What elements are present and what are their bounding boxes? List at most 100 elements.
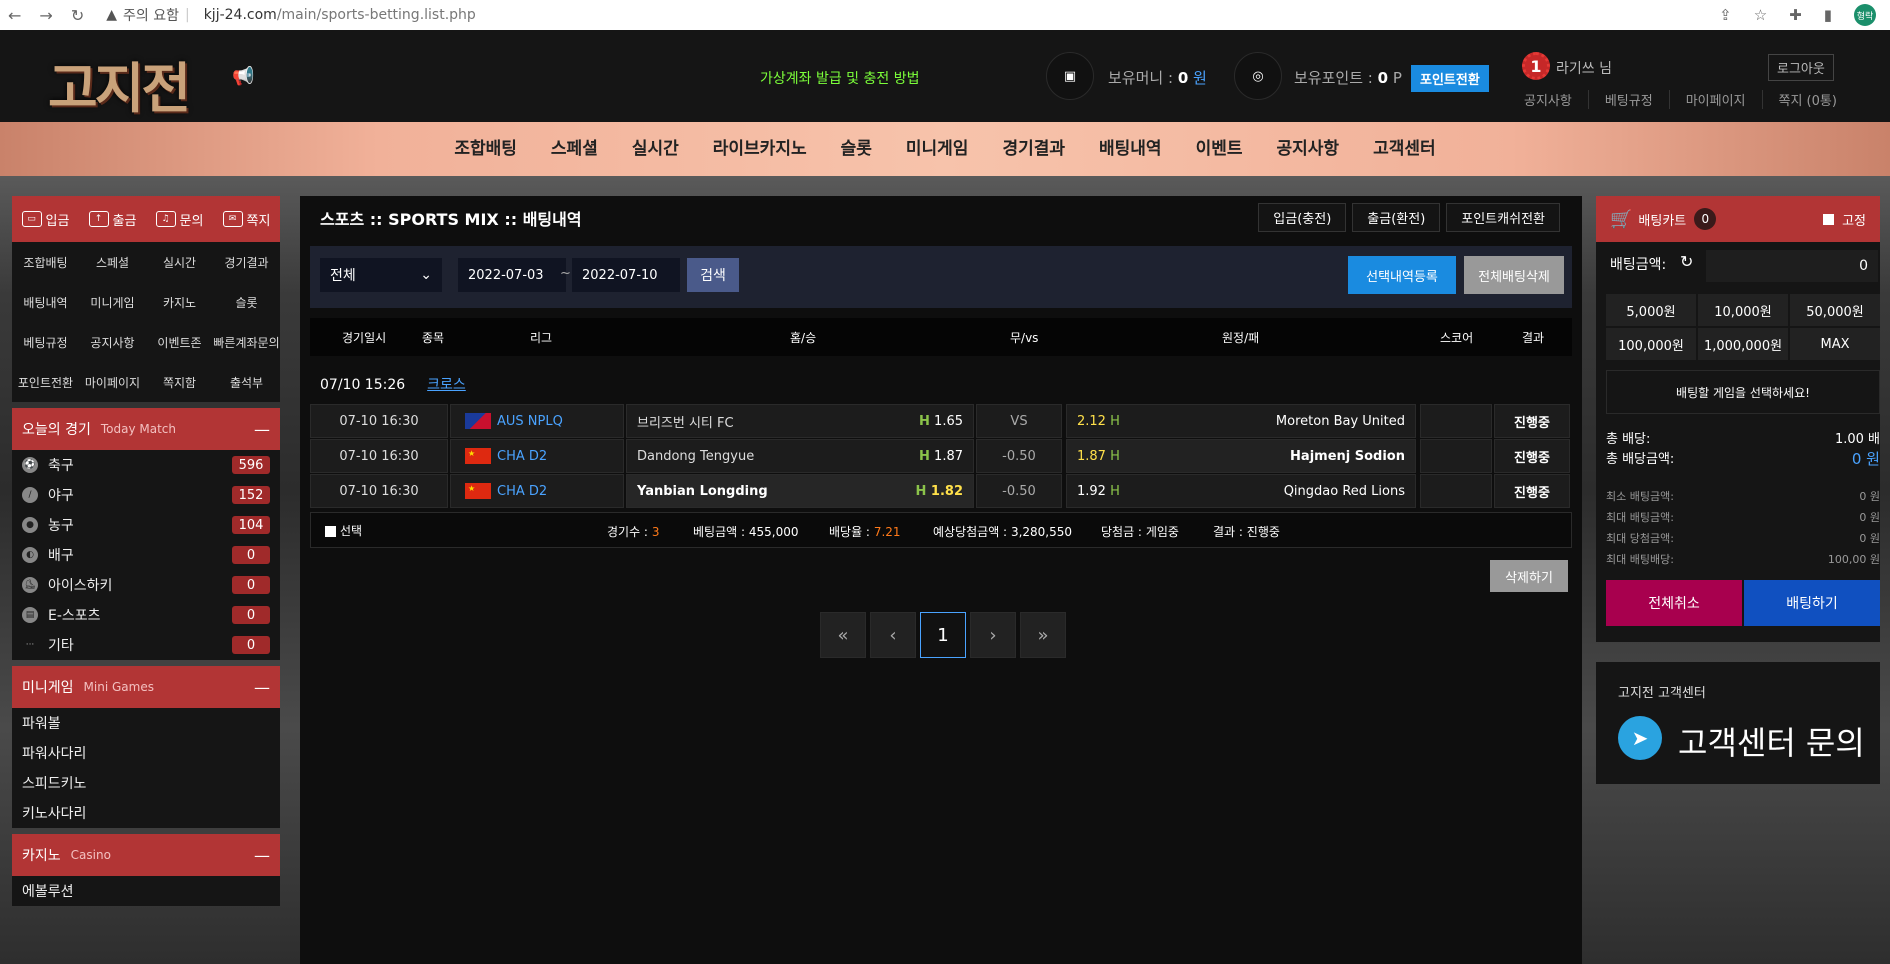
point-convert-button[interactable]: 포인트전환 bbox=[1411, 65, 1489, 92]
first-page-button[interactable]: « bbox=[820, 612, 866, 658]
collapse-icon[interactable]: — bbox=[254, 846, 270, 865]
amount-100000-button[interactable]: 100,000원 bbox=[1606, 328, 1696, 360]
minigame-item[interactable]: 파워사다리 bbox=[12, 738, 280, 768]
grid-item[interactable]: 베팅규정 bbox=[12, 322, 79, 362]
logout-button[interactable]: 로그아웃 bbox=[1768, 54, 1834, 81]
date-from-input[interactable]: 2022-07-03 bbox=[458, 258, 566, 292]
sport-baseball[interactable]: / 야구 152 bbox=[12, 480, 280, 510]
search-button[interactable]: 검색 bbox=[687, 258, 739, 292]
quick-inquiry[interactable]: ♫ 문의 bbox=[155, 210, 203, 229]
fix-checkbox[interactable]: 고정 bbox=[1823, 210, 1866, 229]
collapse-icon[interactable]: — bbox=[254, 420, 270, 439]
link-notice[interactable]: 공지사항 bbox=[1524, 90, 1589, 109]
forward-icon[interactable]: → bbox=[39, 6, 52, 25]
sport-esports[interactable]: ▤ E-스포츠 0 bbox=[12, 600, 280, 630]
minigame-header[interactable]: 미니게임 Mini Games — bbox=[12, 666, 280, 708]
notice-marquee[interactable]: 가상계좌 발급 및 충전 방법 bbox=[760, 68, 919, 88]
bet-type-link[interactable]: 크로스 bbox=[427, 377, 466, 393]
nav-minigame[interactable]: 미니게임 bbox=[889, 122, 986, 176]
link-messages[interactable]: 쪽지 (0통) bbox=[1763, 90, 1853, 109]
quick-withdraw[interactable]: ↑ 출금 bbox=[88, 210, 136, 229]
nav-special[interactable]: 스페셜 bbox=[534, 122, 615, 176]
away-odds-cell[interactable]: 2.12 H Moreton Bay United bbox=[1066, 404, 1416, 438]
nav-live-casino[interactable]: 라이브카지노 bbox=[696, 122, 824, 176]
grid-item[interactable]: 경기결과 bbox=[213, 242, 280, 282]
reload-icon[interactable]: ↻ bbox=[71, 6, 84, 25]
grid-item[interactable]: 공지사항 bbox=[79, 322, 146, 362]
security-warning[interactable]: ▲ 주의 요함 | bbox=[106, 5, 189, 25]
nav-live[interactable]: 실시간 bbox=[615, 122, 696, 176]
minigame-item[interactable]: 파워볼 bbox=[12, 708, 280, 738]
amount-5000-button[interactable]: 5,000원 bbox=[1606, 294, 1696, 326]
nav-results[interactable]: 경기결과 bbox=[985, 122, 1082, 176]
cancel-all-button[interactable]: 전체취소 bbox=[1606, 580, 1742, 626]
home-odds-cell[interactable]: Yanbian Longding H 1.82 bbox=[626, 474, 974, 508]
home-odds-cell[interactable]: Dandong Tengyue H 1.87 bbox=[626, 439, 974, 473]
page-1-button[interactable]: 1 bbox=[920, 612, 966, 658]
register-selected-button[interactable]: 선택내역등록 bbox=[1348, 256, 1456, 294]
prev-page-button[interactable]: ‹ bbox=[870, 612, 916, 658]
casino-header[interactable]: 카지노 Casino — bbox=[12, 834, 280, 876]
refresh-icon[interactable]: ↻ bbox=[1680, 252, 1693, 271]
link-rules[interactable]: 베팅규정 bbox=[1589, 90, 1670, 109]
today-match-header[interactable]: 오늘의 경기 Today Match — bbox=[12, 408, 280, 450]
bet-amount-input[interactable]: 0 bbox=[1706, 250, 1878, 282]
quick-message[interactable]: ✉ 쪽지 bbox=[222, 210, 270, 229]
deposit-button[interactable]: 입금(충전) bbox=[1258, 203, 1347, 232]
grid-item[interactable]: 빠른계좌문의 bbox=[213, 322, 280, 362]
delete-button[interactable]: 삭제하기 bbox=[1490, 560, 1568, 592]
sport-etc[interactable]: ··· 기타 0 bbox=[12, 630, 280, 660]
support-box[interactable]: 고지전 고객센터 ➤ 고객센터 문의 bbox=[1596, 662, 1880, 784]
extensions-icon[interactable]: ✚ bbox=[1789, 6, 1802, 24]
nav-slot[interactable]: 슬롯 bbox=[824, 122, 889, 176]
category-select[interactable]: 전체 ⌄ bbox=[320, 258, 442, 292]
amount-1000000-button[interactable]: 1,000,000원 bbox=[1698, 328, 1788, 360]
grid-item[interactable]: 스페셜 bbox=[79, 242, 146, 282]
back-icon[interactable]: ← bbox=[8, 6, 21, 25]
away-odds-cell[interactable]: 1.92 H Qingdao Red Lions bbox=[1066, 474, 1416, 508]
grid-item[interactable]: 출석부 bbox=[213, 362, 280, 402]
grid-item[interactable]: 이벤트존 bbox=[146, 322, 213, 362]
casino-item[interactable]: 에볼루션 bbox=[12, 876, 280, 906]
amount-max-button[interactable]: MAX bbox=[1790, 328, 1880, 360]
delete-all-button[interactable]: 전체배팅삭제 bbox=[1464, 256, 1564, 294]
sidepanel-icon[interactable]: ▮ bbox=[1824, 6, 1832, 24]
grid-item[interactable]: 미니게임 bbox=[79, 282, 146, 322]
minigame-item[interactable]: 스피드키노 bbox=[12, 768, 280, 798]
grid-item[interactable]: 배팅내역 bbox=[12, 282, 79, 322]
amount-50000-button[interactable]: 50,000원 bbox=[1790, 294, 1880, 326]
profile-avatar[interactable]: 형락 bbox=[1854, 4, 1876, 26]
point-cash-button[interactable]: 포인트캐쉬전환 bbox=[1446, 203, 1560, 232]
next-page-button[interactable]: › bbox=[970, 612, 1016, 658]
amount-10000-button[interactable]: 10,000원 bbox=[1698, 294, 1788, 326]
nav-support[interactable]: 고객센터 bbox=[1356, 122, 1453, 176]
share-icon[interactable]: ⇪ bbox=[1719, 6, 1732, 24]
away-odds-cell[interactable]: 1.87 H Hajmenj Sodion bbox=[1066, 439, 1416, 473]
sport-volleyball[interactable]: ◐ 배구 0 bbox=[12, 540, 280, 570]
nav-combo[interactable]: 조합배팅 bbox=[437, 122, 534, 176]
nav-notice[interactable]: 공지사항 bbox=[1260, 122, 1357, 176]
grid-item[interactable]: 카지노 bbox=[146, 282, 213, 322]
grid-item[interactable]: 실시간 bbox=[146, 242, 213, 282]
sport-icehockey[interactable]: ⛸ 아이스하키 0 bbox=[12, 570, 280, 600]
link-mypage[interactable]: 마이페이지 bbox=[1670, 90, 1763, 109]
date-to-input[interactable]: 2022-07-10 bbox=[572, 258, 680, 292]
star-icon[interactable]: ☆ bbox=[1754, 6, 1767, 24]
quick-deposit[interactable]: ▭ 입금 bbox=[21, 210, 69, 229]
grid-item[interactable]: 쪽지함 bbox=[146, 362, 213, 402]
minigame-item[interactable]: 키노사다리 bbox=[12, 798, 280, 828]
home-odds-cell[interactable]: 브리즈번 시티 FC H 1.65 bbox=[626, 404, 974, 438]
grid-item[interactable]: 슬롯 bbox=[213, 282, 280, 322]
select-checkbox[interactable]: 선택 bbox=[325, 522, 362, 539]
nav-event[interactable]: 이벤트 bbox=[1179, 122, 1260, 176]
collapse-icon[interactable]: — bbox=[254, 678, 270, 697]
last-page-button[interactable]: » bbox=[1020, 612, 1066, 658]
withdraw-button[interactable]: 출금(환전) bbox=[1352, 203, 1441, 232]
grid-item[interactable]: 조합배팅 bbox=[12, 242, 79, 282]
sport-basketball[interactable]: ● 농구 104 bbox=[12, 510, 280, 540]
site-logo[interactable]: 고지전 bbox=[48, 44, 191, 123]
grid-item[interactable]: 마이페이지 bbox=[79, 362, 146, 402]
sport-soccer[interactable]: ⚽ 축구 596 bbox=[12, 450, 280, 480]
grid-item[interactable]: 포인트전환 bbox=[12, 362, 79, 402]
place-bet-button[interactable]: 배팅하기 bbox=[1744, 580, 1880, 626]
